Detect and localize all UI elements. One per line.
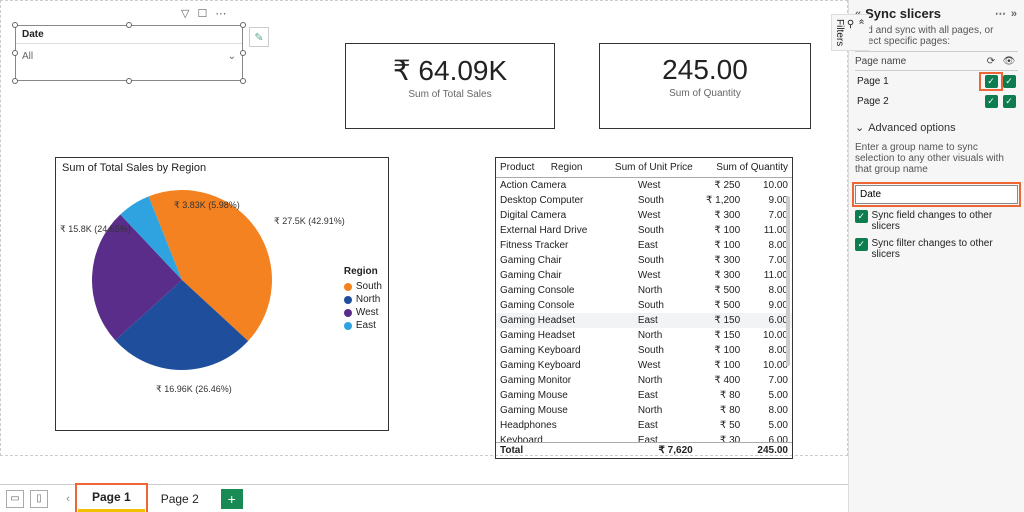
page-tab-2[interactable]: Page 2 [147, 486, 213, 512]
sync-checkbox[interactable]: ✓ [985, 75, 998, 88]
sync-checkbox[interactable]: ✓ [985, 95, 998, 108]
card-total-sales[interactable]: ₹ 64.09K Sum of Total Sales [345, 43, 555, 129]
sync-slicers-pane: « ⚲ Filters «Sync slicers ⋯ » Add and sy… [848, 0, 1024, 512]
visible-icon: 👁 [1000, 56, 1018, 67]
sync-page-name: Page 1 [857, 76, 982, 87]
pie-legend: Region SouthNorthWestEast [344, 266, 382, 333]
sync-field-checkbox[interactable]: ✓ [855, 210, 868, 223]
slicer-dropdown[interactable]: All ⌄ [16, 43, 242, 70]
page-navigation-bar: ▭ ▯ ‹ Page 1 Page 2 + [0, 484, 848, 512]
table-visual[interactable]: ProductRegionSum of Unit PriceSum of Qua… [495, 157, 793, 459]
slicer-title: Date [16, 26, 242, 43]
advanced-options-toggle[interactable]: ⌄Advanced options [855, 121, 1018, 134]
mobile-layout-icon[interactable]: ▯ [30, 490, 48, 508]
desktop-layout-icon[interactable]: ▭ [6, 490, 24, 508]
filters-pane-tab[interactable]: « ⚲ Filters [831, 14, 869, 51]
visible-checkbox[interactable]: ✓ [1003, 95, 1016, 108]
visible-checkbox[interactable]: ✓ [1003, 75, 1016, 88]
pie-chart-visual[interactable]: Sum of Total Sales by Region ₹ 27.5K (42… [55, 157, 389, 431]
slicer-format-icon[interactable]: ✎ [249, 27, 269, 47]
focus-icon[interactable]: ☐ [197, 7, 207, 20]
add-page-button[interactable]: + [221, 489, 243, 509]
filter-icon[interactable]: ▽ [181, 7, 189, 20]
chevron-down-icon: ⌄ [228, 46, 236, 68]
pie-chart [92, 190, 272, 370]
page-tab-1[interactable]: Page 1 [78, 486, 145, 512]
prev-page-button[interactable]: ‹ [60, 493, 76, 505]
group-name-input[interactable] [855, 185, 1018, 204]
date-slicer[interactable]: Date All ⌄ [15, 25, 243, 81]
expand-right-icon[interactable]: » [1011, 8, 1018, 20]
sync-page-name: Page 2 [857, 96, 982, 107]
sync-icon: ⟳ [982, 56, 1000, 67]
report-canvas[interactable]: ▽ ☐ ⋯ Date All ⌄ ✎ ₹ 64.09K Sum of Total… [0, 0, 848, 456]
card-quantity[interactable]: 245.00 Sum of Quantity [599, 43, 811, 129]
more-options-icon[interactable]: ⋯ [995, 8, 1007, 20]
table-scrollbar[interactable] [786, 196, 790, 366]
sync-filter-checkbox[interactable]: ✓ [855, 238, 868, 251]
filters-icon: ⚲ [845, 19, 856, 43]
more-icon[interactable]: ⋯ [215, 7, 226, 20]
visual-header-icons: ▽ ☐ ⋯ [181, 7, 226, 20]
collapse-icon: « [856, 19, 867, 43]
